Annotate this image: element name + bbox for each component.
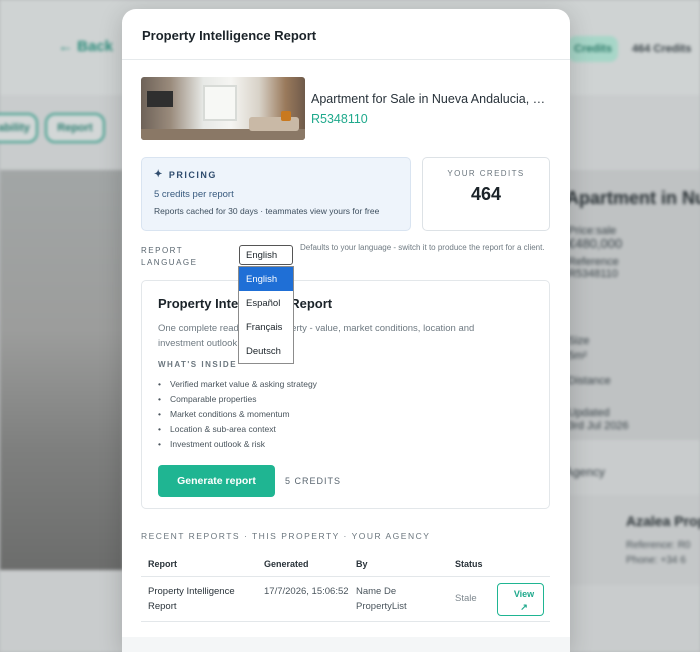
cell-report: Property Intelligence Report <box>148 586 235 612</box>
background-agency-heading: Agency <box>565 465 606 479</box>
background-agency-phone: Phone: +34 6 <box>626 555 686 566</box>
language-dropdown-menu: English Español Français Deutsch <box>238 266 294 364</box>
recent-reports-label: RECENT REPORTS · THIS PROPERTY · YOUR AG… <box>141 531 431 541</box>
generate-report-button[interactable]: Generate report <box>158 465 275 497</box>
table-header: Report Generated By Status <box>141 554 550 577</box>
whats-inside-label: WHAT'S INSIDE <box>158 360 238 369</box>
background-line: 3rd Jul 2026 <box>568 420 629 432</box>
property-summary: Apartment for Sale in Nueva Andalucia, M… <box>141 77 551 140</box>
credits-value: 464 <box>470 184 502 204</box>
list-item: Verified market value & asking strategy <box>158 377 533 392</box>
column-header-action <box>490 554 550 576</box>
view-report-button[interactable]: View ↗ <box>497 583 544 616</box>
background-pill-1: ability <box>0 113 38 143</box>
language-option-deutsch[interactable]: Deutsch <box>239 339 293 363</box>
background-back-link: ← Back <box>58 38 114 55</box>
pricing-rate: 5 credits per report <box>154 189 234 200</box>
property-meta: Apartment for Sale in Nueva Andalucia, M… <box>311 92 551 126</box>
background-listing-title: Apartment in Nue <box>566 188 700 208</box>
pricing-heading: ✦ PRICING <box>154 169 398 180</box>
background-line: R5348110 <box>568 268 618 280</box>
column-header-status: Status <box>455 559 483 569</box>
pricing-cache-note: Reports cached for 30 days · teammates v… <box>154 206 380 216</box>
background-credits-text: 464 Credits <box>632 43 692 55</box>
language-option-english[interactable]: English <box>239 267 293 291</box>
table-row: Property Intelligence Report 17/7/2026, … <box>141 577 550 622</box>
credits-label: YOUR CREDITS <box>447 169 525 178</box>
property-title: Apartment for Sale in Nueva Andalucia, M… <box>311 91 551 106</box>
list-item: Market conditions & momentum <box>158 407 533 422</box>
column-header-report: Report <box>148 559 177 569</box>
whats-inside-list: Verified market value & asking strategy … <box>158 377 533 452</box>
background-right-panel <box>565 170 700 440</box>
report-modal: Property Intelligence Report Apartment f… <box>122 9 570 652</box>
modal-header: Property Intelligence Report <box>122 9 570 60</box>
column-header-by: By <box>356 559 368 569</box>
pricing-heading-text: PRICING <box>168 169 217 180</box>
background-credits-chip: Credits <box>568 36 618 62</box>
recent-reports-table: Report Generated By Status Property Inte… <box>141 554 550 622</box>
view-label: View <box>513 589 535 599</box>
cell-generated: 17/7/2026, 15:06:52 <box>264 586 349 597</box>
language-select[interactable]: English <box>239 245 293 265</box>
language-label-line2: LANGUAGE <box>141 258 198 267</box>
background-line: Size <box>568 335 590 347</box>
language-option-espanol[interactable]: Español <box>239 291 293 315</box>
external-link-icon: ↗ <box>520 602 528 612</box>
language-label-line1: REPORT <box>141 246 184 255</box>
language-option-francais[interactable]: Français <box>239 315 293 339</box>
cell-status: Stale <box>455 593 477 604</box>
background-line: €480,000 <box>568 236 623 251</box>
language-hint: Defaults to your language - switch it to… <box>300 243 545 252</box>
list-item: Investment outlook & risk <box>158 437 533 452</box>
cell-action: View ↗ <box>490 577 550 621</box>
background-line: Distance <box>568 375 611 387</box>
modal-title: Property Intelligence Report <box>142 28 317 43</box>
thumbnail-cushion <box>281 111 291 121</box>
background-agency-ref: Reference: R0 <box>626 540 691 551</box>
cell-by: Name De PropertyList <box>356 586 407 612</box>
background-photo <box>0 170 123 570</box>
report-card-title: Property Intelligence Report <box>158 296 333 311</box>
background-line: 5m² <box>568 350 587 362</box>
background-pill-2: Report <box>45 113 105 143</box>
language-label: REPORT LANGUAGE <box>141 245 197 269</box>
credits-panel: YOUR CREDITS 464 <box>422 157 550 231</box>
report-card: Property Intelligence Report One complet… <box>141 280 550 509</box>
sparkle-icon: ✦ <box>154 169 164 180</box>
background-line: Reference <box>568 256 619 268</box>
thumbnail-sofa <box>249 117 299 131</box>
list-item: Location & sub-area context <box>158 422 533 437</box>
property-thumbnail <box>141 77 305 140</box>
background-line: Updated <box>568 407 610 419</box>
thumbnail-tv <box>147 91 173 107</box>
report-card-actions: Generate report 5 CREDITS <box>158 465 533 497</box>
modal-footer <box>122 637 570 652</box>
thumbnail-window <box>203 85 237 121</box>
report-card-description: One complete read on this property - val… <box>158 323 475 349</box>
column-header-generated: Generated <box>264 559 309 569</box>
list-item: Comparable properties <box>158 392 533 407</box>
pricing-panel: ✦ PRICING 5 credits per report Reports c… <box>141 157 411 231</box>
property-reference[interactable]: R5348110 <box>311 112 551 126</box>
background-agency-name: Azalea Prop <box>626 513 700 529</box>
report-cost: 5 CREDITS <box>285 476 342 486</box>
